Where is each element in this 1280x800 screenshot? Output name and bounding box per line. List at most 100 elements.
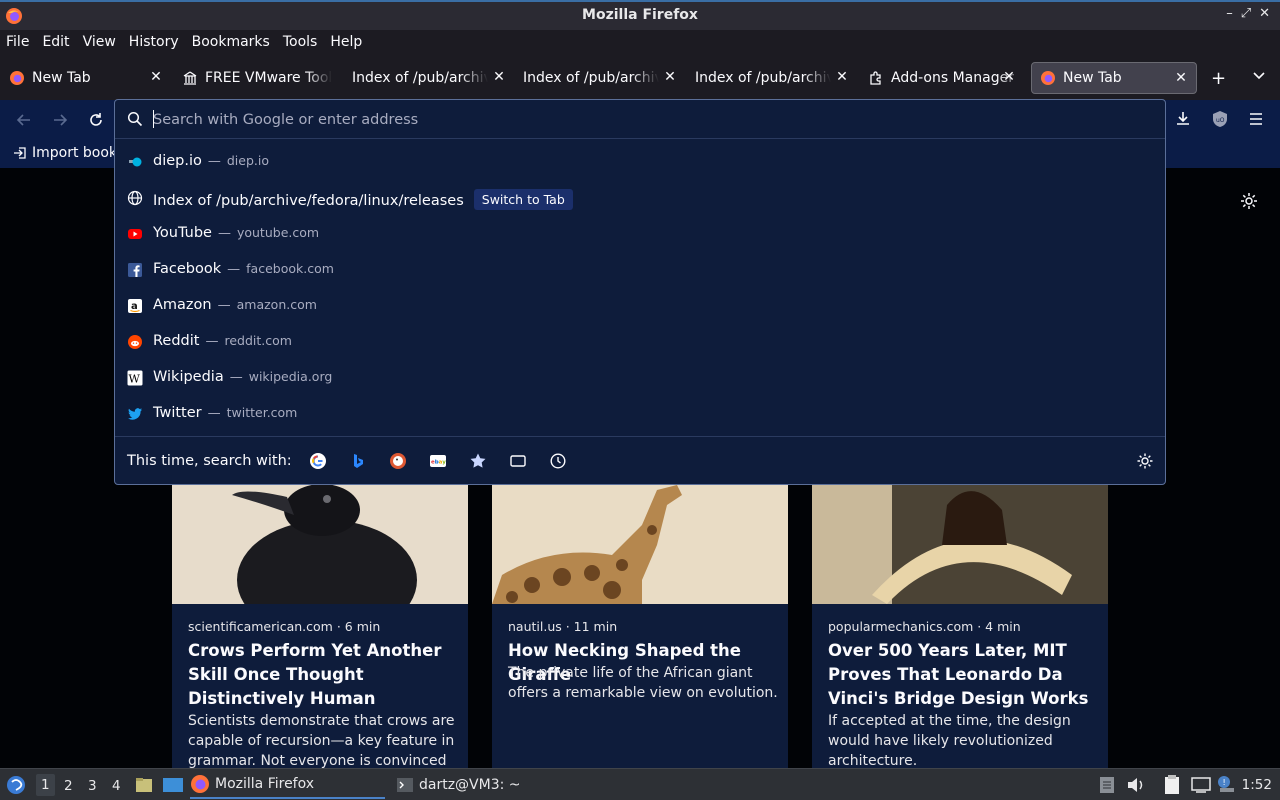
- firefox-icon: [190, 774, 210, 794]
- tab-addons-manager[interactable]: Add-ons Manager ✕: [868, 62, 1024, 94]
- crow-image: [172, 485, 468, 604]
- import-bookmarks-button[interactable]: Import book: [12, 145, 117, 161]
- menu-edit[interactable]: Edit: [42, 34, 69, 50]
- close-tab-icon[interactable]: ✕: [663, 70, 677, 84]
- tab-index-pub-archive-3[interactable]: Index of /pub/archive ✕: [695, 62, 855, 94]
- result-url: facebook.com: [246, 261, 334, 276]
- text-caret: [153, 110, 154, 128]
- url-input[interactable]: [153, 109, 1133, 131]
- result-url: twitter.com: [226, 405, 298, 420]
- terminal-icon: [396, 776, 414, 794]
- globe-icon: [127, 190, 143, 206]
- workspace-2[interactable]: 2: [64, 778, 73, 794]
- facebook-icon: [127, 262, 143, 278]
- network-icon[interactable]: [1191, 776, 1211, 794]
- urlbar-result-amazon[interactable]: a Amazon — amazon.com: [115, 288, 1165, 324]
- urlbar-result-twitter[interactable]: Twitter — twitter.com: [115, 396, 1165, 432]
- tab-new-tab[interactable]: New Tab ✕: [9, 62, 169, 94]
- result-title: diep.io: [153, 153, 202, 169]
- clock[interactable]: 1:52: [1242, 777, 1272, 793]
- file-manager-icon[interactable]: [134, 775, 154, 795]
- tab-label: Index of /pub/archive: [523, 70, 659, 86]
- switch-to-tab-badge: Switch to Tab: [473, 189, 573, 210]
- result-title: Wikipedia: [153, 369, 224, 385]
- urlbar-result-diep[interactable]: diep.io — diep.io: [115, 144, 1165, 180]
- tab-index-pub-archive-2[interactable]: Index of /pub/archive ✕: [523, 62, 683, 94]
- new-tab-plus-icon[interactable]: +: [1211, 68, 1226, 89]
- downloads-icon[interactable]: [1174, 110, 1192, 128]
- search-settings-gear-icon[interactable]: [1136, 452, 1154, 470]
- urlbar-result-reddit[interactable]: Reddit — reddit.com: [115, 324, 1165, 360]
- urlbar-result-index-pub[interactable]: Index of /pub/archive/fedora/linux/relea…: [115, 180, 1165, 216]
- result-title: Facebook: [153, 261, 222, 277]
- result-title: Twitter: [153, 405, 202, 421]
- close-tab-icon[interactable]: ✕: [1002, 70, 1016, 84]
- show-desktop-icon[interactable]: [162, 775, 184, 795]
- urlbar-dropdown: diep.io — diep.io Index of /pub/archive/fe…: [114, 99, 1166, 485]
- youtube-icon: [127, 226, 143, 242]
- import-icon: [12, 145, 28, 161]
- clipboard-icon[interactable]: [1098, 775, 1116, 795]
- workspace-3[interactable]: 3: [88, 778, 97, 794]
- close-tab-icon[interactable]: ✕: [835, 70, 849, 84]
- forward-arrow-icon[interactable]: [51, 111, 69, 129]
- ebay-icon[interactable]: ebay: [429, 452, 447, 470]
- volume-icon[interactable]: [1126, 776, 1146, 794]
- back-arrow-icon[interactable]: [15, 111, 33, 129]
- system-taskbar: 1 2 3 4 Mozilla Firefox dartz@VM3: ~ ! 1…: [0, 768, 1280, 800]
- history-clock-icon[interactable]: [549, 452, 567, 470]
- urlbar-result-wikipedia[interactable]: W Wikipedia — wikipedia.org: [115, 360, 1165, 396]
- story-card[interactable]: scientificamerican.com · 6 min Crows Per…: [172, 485, 468, 769]
- taskbar-terminal[interactable]: dartz@VM3: ~: [396, 770, 576, 799]
- menu-tools[interactable]: Tools: [283, 34, 318, 50]
- tab-new-tab-active[interactable]: New Tab ✕: [1031, 62, 1197, 94]
- personalize-gear-icon[interactable]: [1240, 192, 1258, 210]
- story-card[interactable]: nautil.us · 11 min How Necking Shaped th…: [492, 485, 788, 768]
- close-tab-icon[interactable]: ✕: [492, 70, 506, 84]
- story-card[interactable]: popularmechanics.com · 4 min Over 500 Ye…: [812, 485, 1108, 769]
- list-all-tabs-chevron-icon[interactable]: [1252, 69, 1266, 83]
- reload-icon[interactable]: [87, 111, 105, 129]
- result-url: diep.io: [226, 153, 270, 168]
- close-tab-icon[interactable]: ✕: [149, 70, 163, 84]
- duckduckgo-icon[interactable]: [389, 452, 407, 470]
- result-title: YouTube: [153, 225, 212, 241]
- workspace-1[interactable]: 1: [36, 774, 55, 796]
- search-with-label: This time, search with:: [127, 453, 292, 469]
- menu-bookmarks[interactable]: Bookmarks: [192, 34, 270, 50]
- taskbar-firefox[interactable]: Mozilla Firefox: [190, 770, 385, 799]
- story-headline: Crows Perform Yet Another Skill Once Tho…: [188, 641, 442, 708]
- hamburger-menu-icon[interactable]: [1248, 111, 1264, 127]
- menu-file[interactable]: File: [6, 34, 29, 50]
- tabs-icon[interactable]: [509, 452, 527, 470]
- google-icon[interactable]: [309, 452, 327, 470]
- giraffe-image: [492, 485, 788, 604]
- wikipedia-icon: W: [127, 370, 143, 386]
- bing-icon[interactable]: [349, 452, 367, 470]
- menu-view[interactable]: View: [83, 34, 116, 50]
- window-titlebar: Mozilla Firefox – ⤢ ✕: [0, 0, 1280, 30]
- result-separator: —: [207, 406, 221, 421]
- workspace-4[interactable]: 4: [112, 778, 121, 794]
- restore-icon[interactable]: ⤢: [1241, 6, 1251, 21]
- notes-icon[interactable]: [1162, 774, 1182, 796]
- tab-index-pub-archive-1[interactable]: Index of /pub/archive ✕: [352, 62, 512, 94]
- minimize-icon[interactable]: –: [1226, 6, 1233, 21]
- notification-icon[interactable]: !: [1216, 774, 1236, 794]
- tab-vmware-tools[interactable]: FREE VMware Tools: [182, 62, 332, 94]
- menu-help[interactable]: Help: [330, 34, 362, 50]
- result-separator: —: [205, 334, 219, 349]
- urlbar-result-youtube[interactable]: YouTube — youtube.com: [115, 216, 1165, 252]
- story-source: scientificamerican.com · 6 min: [188, 619, 381, 634]
- amazon-icon: a: [127, 298, 143, 314]
- close-tab-icon[interactable]: ✕: [1174, 71, 1188, 85]
- window-title: Mozilla Firefox: [582, 7, 698, 23]
- urlbar-result-facebook[interactable]: Facebook — facebook.com: [115, 252, 1165, 288]
- ublock-shield-icon[interactable]: uO: [1211, 110, 1229, 128]
- menu-history[interactable]: History: [129, 34, 179, 50]
- start-menu-icon[interactable]: [6, 775, 26, 795]
- urlbar: [115, 100, 1165, 139]
- close-window-icon[interactable]: ✕: [1259, 6, 1270, 21]
- result-url: reddit.com: [224, 333, 292, 348]
- bookmarks-star-icon[interactable]: [469, 452, 487, 470]
